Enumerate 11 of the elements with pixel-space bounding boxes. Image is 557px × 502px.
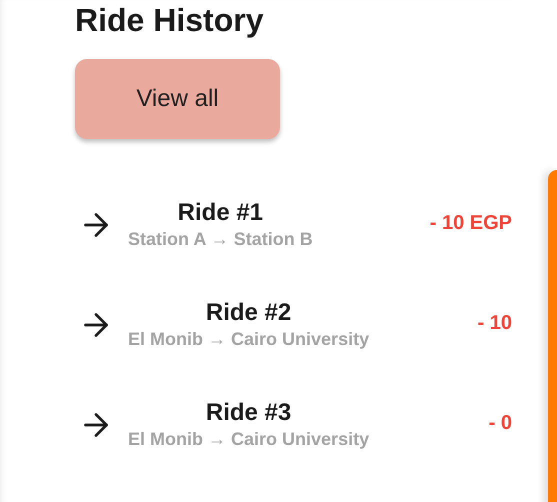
page-title: Ride History [75,2,264,38]
view-all-button[interactable]: View all [75,59,280,139]
ride-amount: - 10 EGP [430,211,512,236]
ride-title: Ride #1 [178,199,264,227]
ride-title: Ride #2 [206,299,292,327]
ride-route: Station A → Station B [128,228,313,251]
ride-amount: - 10 [478,311,512,336]
ride-title: Ride #3 [206,399,292,427]
ride-amount: - 0 [488,411,512,436]
ride-route: El Monib → Cairo University [128,328,370,351]
ride-route: El Monib → Cairo University [128,428,370,451]
